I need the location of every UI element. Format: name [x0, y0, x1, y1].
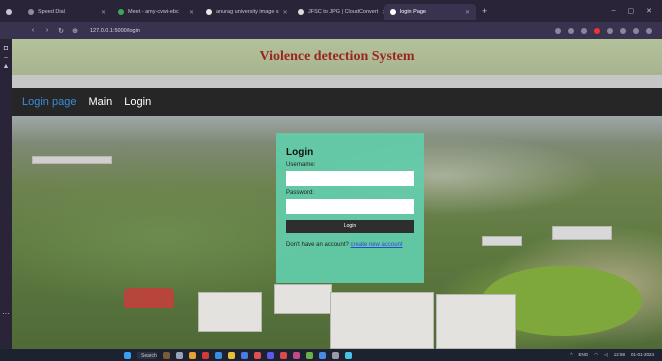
address-bar: ‹ › ↻ ⊕ 127.0.0.1:5000/login [0, 22, 662, 39]
close-icon[interactable]: ✕ [279, 9, 288, 16]
app-icon[interactable] [306, 351, 313, 359]
aria-icon[interactable]: ▲ [0, 63, 12, 70]
new-tab-button[interactable]: + [476, 6, 493, 16]
close-icon[interactable]: ✕ [461, 9, 470, 16]
building [198, 292, 262, 332]
close-icon[interactable]: ✕ [185, 9, 194, 16]
browser-sidebar: ◘ – ▲ ⋯ [0, 39, 12, 349]
cloud-icon [298, 9, 304, 15]
app-icon[interactable] [319, 351, 326, 359]
extension-icon[interactable] [581, 27, 587, 34]
download-icon[interactable] [633, 27, 639, 34]
building [330, 292, 434, 349]
building [436, 294, 516, 349]
language-indicator[interactable]: ENG [579, 352, 589, 358]
reload-icon[interactable]: ↻ [54, 27, 68, 35]
app-icon[interactable] [267, 351, 274, 359]
page-title: Violence detection System [259, 49, 415, 64]
divider: – [4, 54, 8, 61]
globe-icon [390, 9, 396, 15]
app-icon[interactable] [332, 351, 339, 359]
taskbar: Search ^ ENG ◠ ◁ 12:58 01-01-2024 [0, 349, 662, 361]
url-field[interactable]: 127.0.0.1:5000/login [90, 28, 140, 34]
task-view-icon[interactable] [176, 351, 183, 359]
system-tray: ^ ENG ◠ ◁ 12:58 01-01-2024 [570, 352, 662, 358]
menu-icon[interactable] [646, 27, 652, 34]
wifi-icon[interactable]: ◠ [594, 352, 598, 358]
create-account-link[interactable]: create new account [351, 242, 403, 248]
window-controls: – ▢ ✕ [612, 7, 662, 15]
nav-login-page[interactable]: Login page [22, 96, 76, 108]
header-divider [12, 75, 662, 88]
opera-icon[interactable] [594, 27, 600, 34]
clock-date[interactable]: 01-01-2024 [631, 352, 654, 358]
tab-login-page[interactable]: login Page ✕ [384, 4, 476, 20]
heart-icon[interactable] [620, 27, 626, 34]
password-label: Password: [286, 190, 315, 196]
browser-tab-bar: Speed Dial ✕ Meet - amy-cvwi-ebc ✕ anura… [0, 0, 662, 22]
widgets-icon[interactable] [163, 351, 170, 359]
nav-main[interactable]: Main [88, 96, 112, 108]
minimize-button[interactable]: – [612, 7, 616, 15]
meet-icon [118, 9, 124, 15]
site-info-icon[interactable]: ⊕ [68, 27, 82, 35]
maximize-button[interactable]: ▢ [628, 7, 635, 15]
windows-start-icon[interactable] [124, 351, 131, 359]
speaker-icon[interactable]: ◁ [604, 352, 607, 358]
signup-prompt: Don't have an account? create new accoun… [286, 242, 403, 248]
explorer-icon[interactable] [189, 351, 196, 359]
folder-icon[interactable] [228, 351, 235, 359]
building [552, 226, 612, 240]
vscode-icon[interactable] [241, 351, 248, 359]
username-label: Username: [286, 162, 316, 168]
speed-dial-icon [28, 9, 34, 15]
top-navigation: Login page Main Login [12, 88, 662, 116]
username-field[interactable] [286, 171, 414, 186]
close-icon[interactable]: ✕ [97, 9, 106, 16]
red-roof-building [124, 288, 174, 308]
bag-icon[interactable]: ◘ [0, 45, 12, 52]
web-page: Violence detection System Login page Mai… [12, 39, 662, 349]
extensions-bar [555, 27, 662, 34]
nav-login[interactable]: Login [124, 96, 151, 108]
play-icon[interactable] [607, 27, 613, 34]
browser-menu-icon[interactable] [0, 4, 22, 20]
back-icon[interactable]: ‹ [26, 27, 40, 34]
app-icon[interactable] [254, 351, 261, 359]
extension-icon[interactable] [555, 27, 561, 34]
tab-google-search[interactable]: anurag university image s ✕ [200, 4, 292, 20]
building [32, 156, 112, 164]
app-icon[interactable] [293, 351, 300, 359]
chevron-up-icon[interactable]: ^ [570, 352, 572, 358]
login-heading: Login [286, 147, 314, 158]
building [482, 236, 522, 246]
more-icon[interactable]: ⋯ [0, 310, 12, 318]
extension-icon[interactable] [568, 27, 574, 34]
edge-icon[interactable] [215, 351, 222, 359]
tab-cloudconvert[interactable]: JFSC to JPG | CloudConvert ✕ [292, 4, 387, 20]
login-button[interactable]: Login [286, 220, 414, 233]
close-window-button[interactable]: ✕ [646, 7, 652, 15]
login-form: Login Username: Password: Login Don't ha… [276, 133, 424, 283]
clock-time[interactable]: 12:58 [614, 352, 625, 358]
app-icon[interactable] [345, 351, 352, 359]
opera-icon[interactable] [202, 351, 209, 359]
password-field[interactable] [286, 199, 414, 214]
taskbar-apps: Search [124, 351, 352, 359]
tab-meet[interactable]: Meet - amy-cvwi-ebc ✕ [112, 4, 200, 20]
building [274, 284, 332, 314]
taskbar-search[interactable]: Search [137, 351, 157, 359]
google-icon [206, 9, 212, 15]
app-icon[interactable] [280, 351, 287, 359]
forward-icon[interactable]: › [40, 27, 54, 34]
page-header: Violence detection System [12, 39, 662, 75]
tab-speed-dial[interactable]: Speed Dial ✕ [22, 4, 112, 20]
